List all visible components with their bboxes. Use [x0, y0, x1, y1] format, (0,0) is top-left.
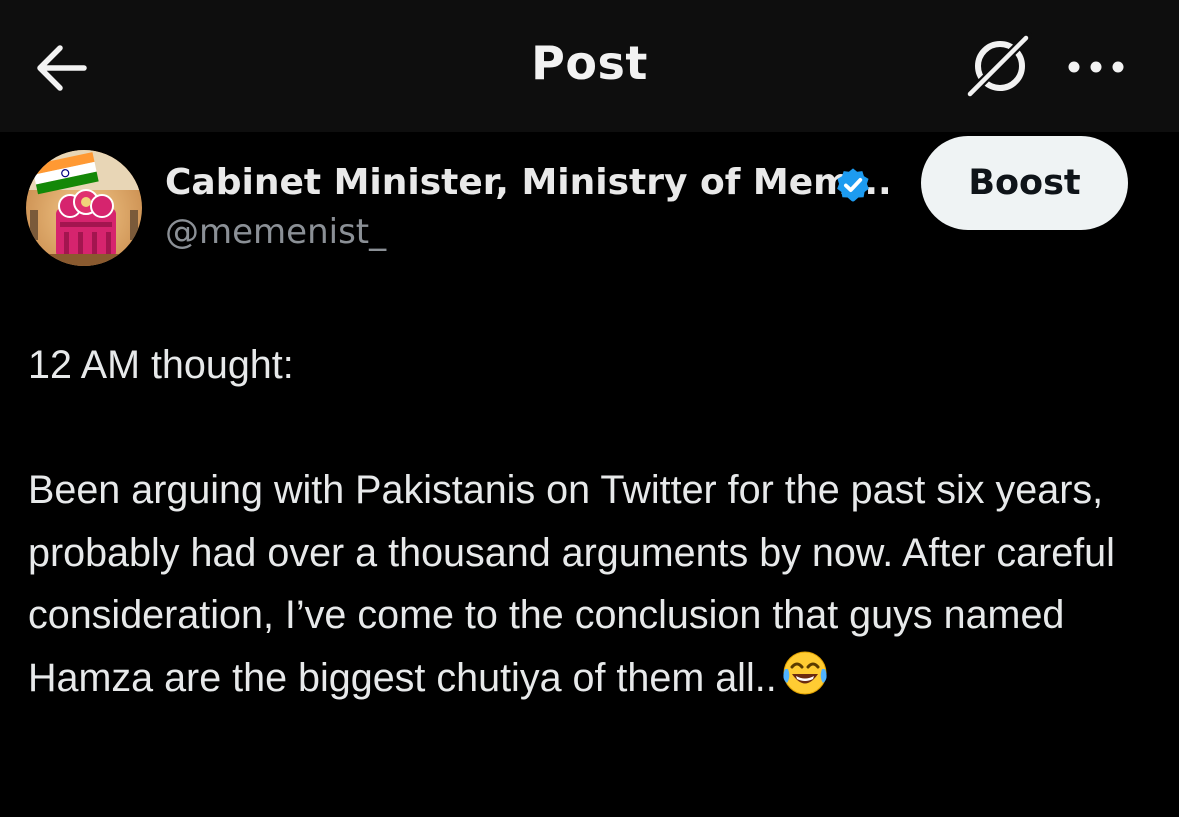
post-text-content: Been arguing with Pakistanis on Twitter …	[28, 468, 1115, 700]
boost-button[interactable]: Boost	[921, 136, 1128, 230]
author-avatar[interactable]	[26, 150, 142, 266]
avatar-image	[26, 150, 142, 266]
more-options-button[interactable]	[1064, 52, 1128, 82]
post-text-line: 12 AM thought:	[28, 343, 294, 387]
more-horizontal-icon	[1068, 61, 1124, 73]
post-text-paragraph: Been arguing with Pakistanis on Twitter …	[28, 459, 1158, 709]
author-handle[interactable]: @memenist_	[165, 212, 386, 252]
top-nav-bar: Post	[0, 0, 1179, 132]
author-display-name[interactable]: Cabinet Minister, Ministry of Mem...	[165, 162, 892, 203]
verified-badge-icon	[834, 166, 872, 204]
post-text: 12 AM thought: Been arguing with Pakista…	[28, 334, 1158, 709]
grok-icon	[963, 31, 1033, 101]
grok-button[interactable]	[962, 30, 1036, 104]
face-with-tears-of-joy-icon	[779, 647, 831, 699]
